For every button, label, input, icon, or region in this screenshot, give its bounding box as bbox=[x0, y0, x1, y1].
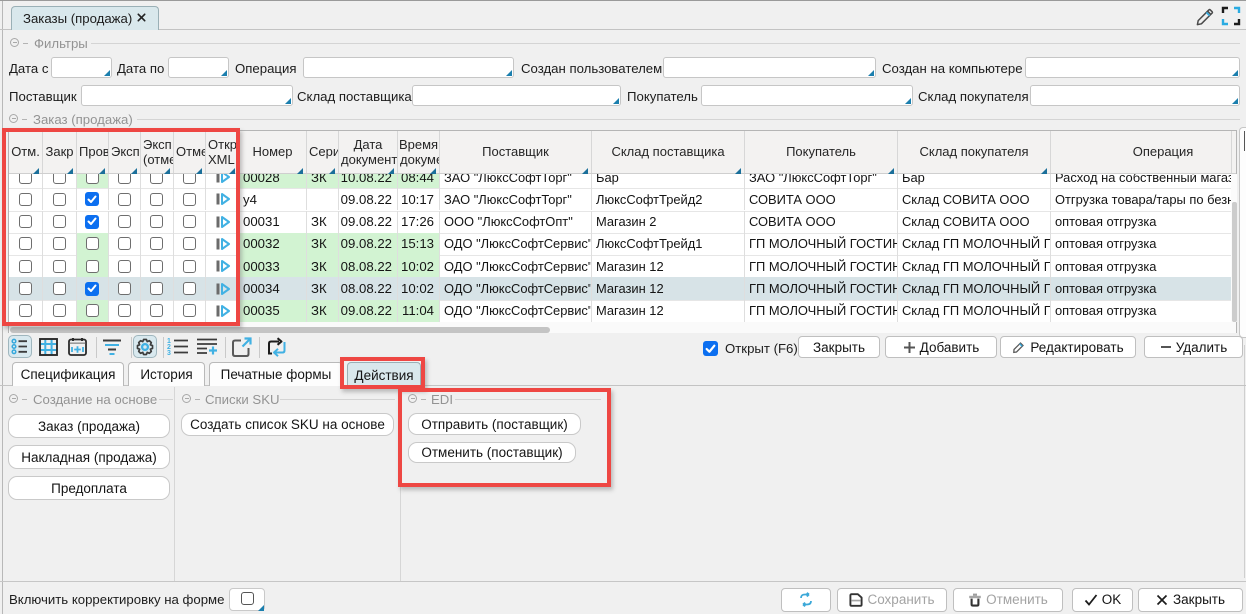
svg-text:3: 3 bbox=[167, 350, 171, 355]
